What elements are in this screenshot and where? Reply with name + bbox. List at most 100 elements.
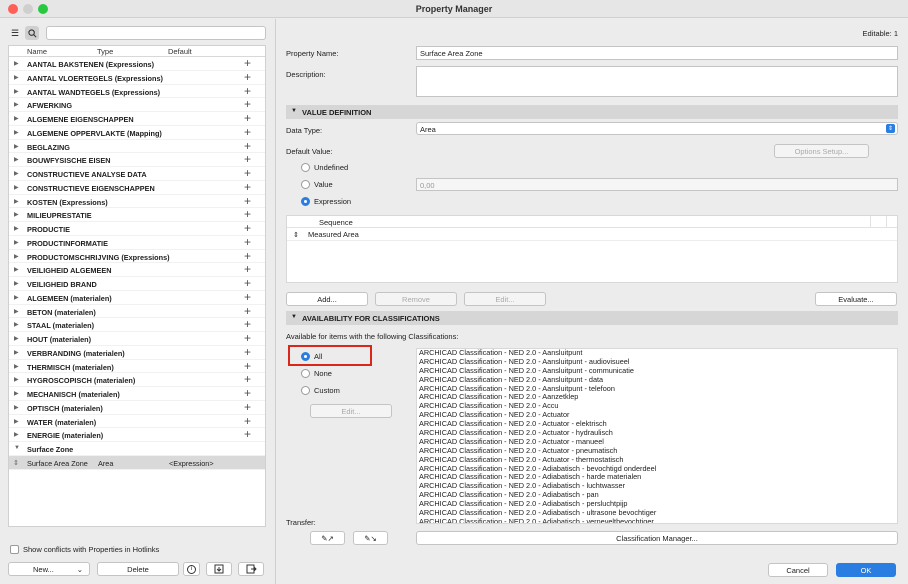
show-conflicts-option[interactable]: Show conflicts with Properties in Hotlin… (10, 545, 159, 554)
tree-group-row[interactable]: ▶ THERMISCH (materialen) + (9, 359, 265, 374)
disclosure-closed-icon[interactable]: ▶ (14, 198, 19, 205)
add-property-icon[interactable]: + (244, 290, 251, 304)
tree-group-row[interactable]: ▶ ENERGIE (materialen) + (9, 428, 265, 442)
add-property-icon[interactable]: + (244, 332, 251, 345)
tree-group-row[interactable]: ▶ WATER (materialen) + (9, 414, 265, 429)
add-property-icon[interactable]: + (244, 70, 251, 84)
default-value-option[interactable]: Value (301, 180, 333, 189)
add-property-icon[interactable]: + (244, 249, 251, 263)
disclosure-closed-icon[interactable]: ▶ (14, 60, 19, 67)
transfer-pick-button[interactable]: ✎↗ (310, 531, 345, 545)
add-property-icon[interactable]: + (244, 167, 251, 180)
tree-group-row[interactable]: ▶ MILIEUPRESTATIE + (9, 208, 265, 222)
none-radio[interactable] (301, 369, 310, 378)
disclosure-closed-icon[interactable]: ▶ (14, 404, 19, 411)
delete-button[interactable]: Delete (97, 562, 179, 576)
new-button[interactable]: New... ⌄ (8, 562, 90, 576)
tree-group-row[interactable]: ▶ BOUWFYSISCHE EISEN + (9, 153, 265, 167)
expression-radio[interactable] (301, 197, 310, 206)
add-property-icon[interactable]: + (244, 139, 251, 153)
add-property-icon[interactable]: + (244, 125, 251, 139)
classification-edit-button[interactable]: Edit... (310, 404, 392, 418)
disclosure-closed-icon[interactable]: ▶ (14, 184, 19, 191)
tree-group-row[interactable]: ▶ AANTAL VLOERTEGELS (Expressions) + (9, 70, 265, 85)
add-property-icon[interactable]: + (244, 222, 251, 235)
disclosure-closed-icon[interactable]: ▶ (14, 211, 19, 218)
tree-group-row[interactable]: ▶ VEILIGHEID ALGEMEEN + (9, 263, 265, 277)
tree-group-row[interactable]: ▶ AANTAL WANDTEGELS (Expressions) + (9, 84, 265, 99)
tree-group-row[interactable]: ▶ HYGROSCOPISCH (materialen) + (9, 373, 265, 387)
disclosure-closed-icon[interactable]: ▶ (14, 321, 19, 328)
tree-group-row[interactable]: ▶ STAAL (materialen) + (9, 318, 265, 332)
disclosure-closed-icon[interactable]: ▶ (14, 170, 19, 177)
tree-group-row[interactable]: ▶ PRODUCTINFORMATIE + (9, 235, 265, 250)
cancel-button[interactable]: Cancel (768, 563, 828, 577)
tree-group-row[interactable]: ▶ OPTISCH (materialen) + (9, 400, 265, 415)
disclosure-closed-icon[interactable]: ▶ (14, 74, 19, 81)
tree-group-row[interactable]: ▶ HOUT (materialen) + (9, 332, 265, 346)
tree-group-row[interactable]: ▶ PRODUCTOMSCHRIJVING (Expressions) + (9, 249, 265, 264)
add-property-icon[interactable]: + (244, 277, 251, 290)
disclosure-closed-icon[interactable]: ▶ (14, 143, 19, 150)
description-field[interactable] (416, 66, 898, 97)
tree-group-row[interactable]: ▶ CONSTRUCTIEVE EIGENSCHAPPEN + (9, 180, 265, 195)
hierarchy-view-icon[interactable]: ☰ (8, 26, 22, 40)
transfer-inject-button[interactable]: ✎↘ (353, 531, 388, 545)
search-input[interactable] (46, 26, 266, 40)
selected-property-row[interactable]: ⇕ Surface Area Zone Area <Expression> (9, 455, 265, 470)
default-expression-option[interactable]: Expression (301, 197, 351, 206)
data-type-select[interactable]: Area ⇕ (416, 122, 898, 135)
disclosure-closed-icon[interactable]: ▶ (14, 390, 19, 397)
disclosure-closed-icon[interactable]: ▶ (14, 349, 19, 356)
default-undefined-option[interactable]: Undefined (301, 163, 348, 172)
column-type[interactable]: Type (97, 47, 113, 56)
add-button[interactable]: Add... (286, 292, 368, 306)
tree-group-row[interactable]: ▶ PRODUCTIE + (9, 222, 265, 236)
property-name-field[interactable]: Surface Area Zone (416, 46, 898, 60)
add-property-icon[interactable]: + (244, 194, 251, 208)
add-property-icon[interactable]: + (244, 84, 251, 98)
disclosure-closed-icon[interactable]: ▶ (14, 88, 19, 95)
add-property-icon[interactable]: + (244, 180, 251, 194)
custom-radio[interactable] (301, 386, 310, 395)
disclosure-closed-icon[interactable]: ▶ (14, 115, 19, 122)
options-setup-button[interactable]: Options Setup... (774, 144, 869, 158)
availability-header[interactable]: ▼ AVAILABILITY FOR CLASSIFICATIONS (286, 311, 898, 325)
disclosure-closed-icon[interactable]: ▶ (14, 294, 19, 301)
tree-group-row[interactable]: ▶ VEILIGHEID BRAND + (9, 277, 265, 291)
disclosure-closed-icon[interactable]: ▶ (14, 225, 19, 232)
tree-group-row[interactable]: ▶ BETON (materialen) + (9, 304, 265, 319)
tree-group-row[interactable]: ▶ CONSTRUCTIEVE ANALYSE DATA + (9, 167, 265, 181)
add-property-icon[interactable]: + (244, 208, 251, 221)
remove-button[interactable]: Remove (375, 292, 457, 306)
disclosure-closed-icon[interactable]: ▶ (14, 376, 19, 383)
add-property-icon[interactable]: + (244, 235, 251, 249)
tree-group-row[interactable]: ▶ AFWERKING + (9, 98, 265, 112)
tree-group-row[interactable]: ▶ MECHANISCH (materialen) + (9, 387, 265, 401)
export-button[interactable] (238, 562, 264, 576)
disclosure-closed-icon[interactable]: ▶ (14, 280, 19, 287)
disclosure-closed-icon[interactable]: ▶ (14, 156, 19, 163)
add-property-icon[interactable]: + (244, 400, 251, 414)
add-property-icon[interactable]: + (244, 98, 251, 111)
column-name[interactable]: Name (27, 47, 47, 56)
default-value-field[interactable]: 0,00 (416, 178, 898, 191)
classification-none-option[interactable]: None (301, 369, 332, 378)
add-property-icon[interactable]: + (244, 373, 251, 386)
add-property-icon[interactable]: + (244, 304, 251, 318)
add-property-icon[interactable]: + (244, 414, 251, 428)
disclosure-closed-icon[interactable]: ▶ (14, 308, 19, 315)
disclosure-closed-icon[interactable]: ▶ (14, 363, 19, 370)
add-property-icon[interactable]: + (244, 263, 251, 276)
add-property-icon[interactable]: + (244, 318, 251, 331)
tree-group-row[interactable]: ▶ ALGEMENE EIGENSCHAPPEN + (9, 112, 265, 126)
tree-group-row[interactable]: ▶ KOSTEN (Expressions) + (9, 194, 265, 209)
classification-custom-option[interactable]: Custom (301, 386, 340, 395)
show-conflicts-checkbox[interactable] (10, 545, 19, 554)
disclosure-closed-icon[interactable]: ▶ (14, 266, 19, 273)
ok-button[interactable]: OK (836, 563, 896, 577)
drag-handle-icon[interactable]: ⇕ (13, 459, 19, 467)
tree-group-row[interactable]: ▶ ALGEMENE OPPERVLAKTE (Mapping) + (9, 125, 265, 140)
value-definition-header[interactable]: ▼ VALUE DEFINITION (286, 105, 898, 119)
disclosure-closed-icon[interactable]: ▶ (14, 335, 19, 342)
